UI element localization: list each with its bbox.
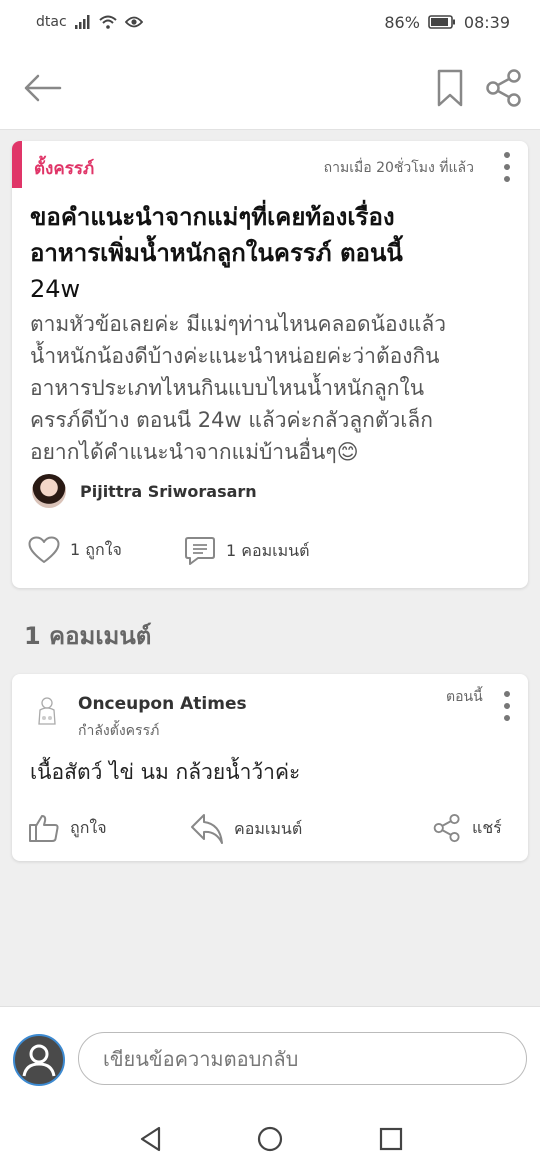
comment-card: Onceupon Atimes กำลังตั้งครรภ์ ตอนนี้ เน…: [12, 674, 528, 861]
question-body-line: น้ำหนักน้องดีบ้างค่ะแนะนำหน่อยค่ะว่าต้อง…: [30, 344, 440, 368]
commenter-name[interactable]: Onceupon Atimes: [78, 694, 247, 714]
question-title-line: ขอคำแนะนำจากแม่ๆที่เคยท้องเรื่อง: [30, 203, 395, 231]
status-bar: dtac 86% 08:39: [0, 0, 540, 44]
question-body-line: ตามหัวข้อเลยค่ะ มีแม่ๆท่านไหนคลอดน้องแล้…: [30, 312, 447, 336]
bookmark-icon[interactable]: [436, 68, 464, 108]
comment-time: ตอนนี้: [446, 689, 483, 705]
asked-time: ถามเมื่อ 20ชั่วโมง ที่แล้ว: [323, 160, 474, 176]
author-name[interactable]: Pijittra Sriworasarn: [80, 482, 257, 501]
recent-apps-icon[interactable]: [378, 1126, 404, 1152]
comment-share-button[interactable]: แชร์: [432, 813, 502, 843]
question-body-line: ครรภ์ดีบ้าง ตอนนี 24w แล้วค่ะกลัวลูกตัวเ…: [30, 408, 434, 432]
carrier-label: dtac: [36, 14, 67, 30]
question-body-line: อาหารประเภทไหนกินแบบไหนน้ำหนักลูกใน: [30, 376, 425, 400]
comment-text: เนื้อสัตว์ ไข่ นม กล้วยน้ำว้าค่ะ: [30, 760, 301, 784]
wifi-icon: [98, 15, 117, 29]
user-avatar-icon[interactable]: [13, 1034, 65, 1086]
system-nav-bar: [0, 1108, 540, 1170]
clock: 08:39: [463, 12, 510, 32]
signal-icon: [74, 15, 90, 29]
comment-count: 1 คอมเมนต์: [226, 540, 310, 560]
comment-share-label: แชร์: [472, 817, 502, 837]
battery-icon: [428, 15, 455, 29]
question-title-line: 24w: [30, 275, 81, 303]
question-body: ตามหัวข้อเลยค่ะ มีแม่ๆท่านไหนคลอดน้องแล้…: [30, 308, 516, 468]
share-icon[interactable]: [484, 68, 524, 108]
commenter-avatar[interactable]: [32, 694, 62, 730]
home-circle-icon[interactable]: [257, 1126, 283, 1152]
top-bar: [0, 44, 540, 130]
question-body-line: อยากได้คำแนะนำจากแม่บ้านอื่นๆ😊: [30, 440, 359, 464]
comment-like-button[interactable]: ถูกใจ: [28, 813, 107, 843]
reply-bar: [0, 1006, 540, 1108]
question-title: ขอคำแนะนำจากแม่ๆที่เคยท้องเรื่อง อาหารเพ…: [30, 199, 510, 307]
comment-reply-button[interactable]: คอมเมนต์: [190, 813, 302, 845]
like-button[interactable]: 1 ถูกใจ: [28, 536, 122, 564]
battery-percent: 86%: [384, 12, 420, 32]
reply-icon: [191, 814, 223, 844]
comments-button[interactable]: 1 คอมเมนต์: [184, 536, 309, 566]
like-count: 1 ถูกใจ: [70, 539, 122, 559]
category-accent-bar: [12, 141, 22, 188]
more-options-icon[interactable]: [499, 691, 515, 721]
author-avatar[interactable]: [32, 474, 66, 508]
more-options-icon[interactable]: [499, 152, 515, 182]
comment-like-label: ถูกใจ: [70, 817, 107, 837]
question-card: ตั้งครรภ์ ถามเมื่อ 20ชั่วโมง ที่แล้ว ขอค…: [12, 141, 528, 588]
comments-heading: 1 คอมเมนต์: [24, 622, 152, 650]
question-title-line: อาหารเพิ่มน้ำหนักลูกในครรภ์ ตอนนี้: [30, 239, 403, 267]
comment-bubble-icon: [185, 537, 215, 565]
author-row[interactable]: Pijittra Sriworasarn: [32, 474, 257, 508]
commenter-status: กำลังตั้งครรภ์: [78, 723, 160, 739]
heart-icon: [28, 536, 60, 563]
thumbs-up-icon: [29, 815, 59, 842]
comment-reply-label: คอมเมนต์: [234, 818, 303, 838]
arrow-left-icon[interactable]: [22, 72, 62, 104]
share-icon: [433, 813, 460, 843]
category-tag[interactable]: ตั้งครรภ์: [34, 155, 94, 182]
back-triangle-icon[interactable]: [138, 1126, 164, 1152]
reply-input[interactable]: [78, 1032, 527, 1085]
eye-icon: [124, 16, 143, 28]
